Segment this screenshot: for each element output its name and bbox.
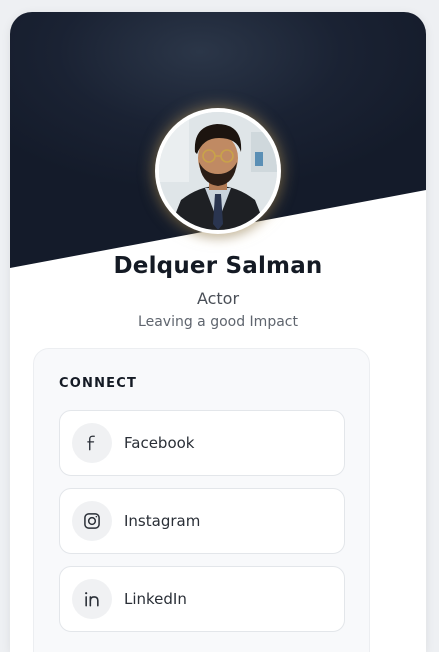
instagram-label: Instagram bbox=[124, 512, 201, 530]
instagram-icon bbox=[72, 501, 112, 541]
facebook-label: Facebook bbox=[124, 434, 195, 452]
profile-tagline: Leaving a good Impact bbox=[138, 314, 298, 330]
profile-card: Delquer Salman Actor Leaving a good Impa… bbox=[10, 12, 426, 652]
connect-section: CONNECT Facebook Instagram LinkedIn bbox=[33, 348, 370, 652]
profile-name: Delquer Salman bbox=[113, 253, 323, 279]
connect-title: CONNECT bbox=[59, 376, 138, 391]
facebook-link[interactable]: Facebook bbox=[59, 410, 345, 476]
linkedin-icon bbox=[72, 579, 112, 619]
instagram-link[interactable]: Instagram bbox=[59, 488, 345, 554]
avatar-photo bbox=[159, 112, 277, 230]
linkedin-link[interactable]: LinkedIn bbox=[59, 566, 345, 632]
avatar bbox=[155, 108, 281, 234]
facebook-icon bbox=[72, 423, 112, 463]
linkedin-label: LinkedIn bbox=[124, 590, 187, 608]
profile-role: Actor bbox=[196, 289, 240, 308]
